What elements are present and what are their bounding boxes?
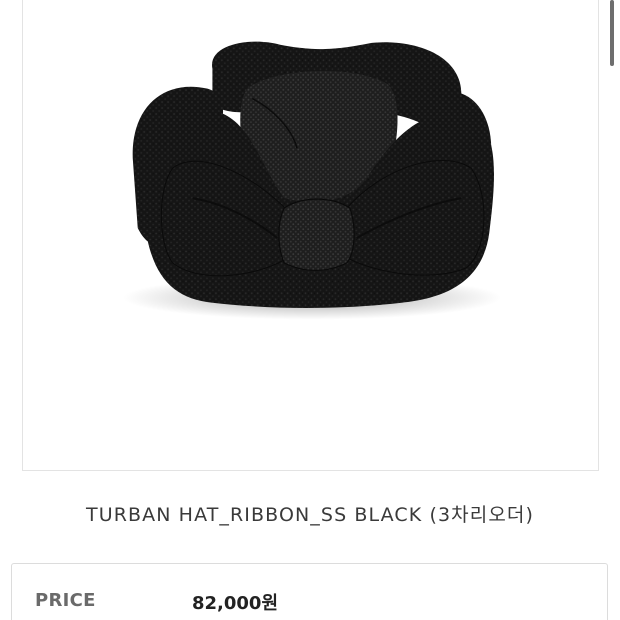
price-value: 82,000원 (192, 593, 279, 614)
product-image[interactable] (23, 0, 598, 470)
price-info-box: PRICE 82,000원 (11, 563, 608, 620)
product-image-frame (22, 0, 599, 471)
product-title: TURBAN HAT_RIBBON_SS BLACK (3차리오더) (85, 504, 534, 526)
scrollbar-thumb[interactable] (610, 0, 614, 66)
product-page: TURBAN HAT_RIBBON_SS BLACK (3차리오더) PRICE… (0, 0, 620, 620)
price-label: PRICE (35, 590, 96, 611)
